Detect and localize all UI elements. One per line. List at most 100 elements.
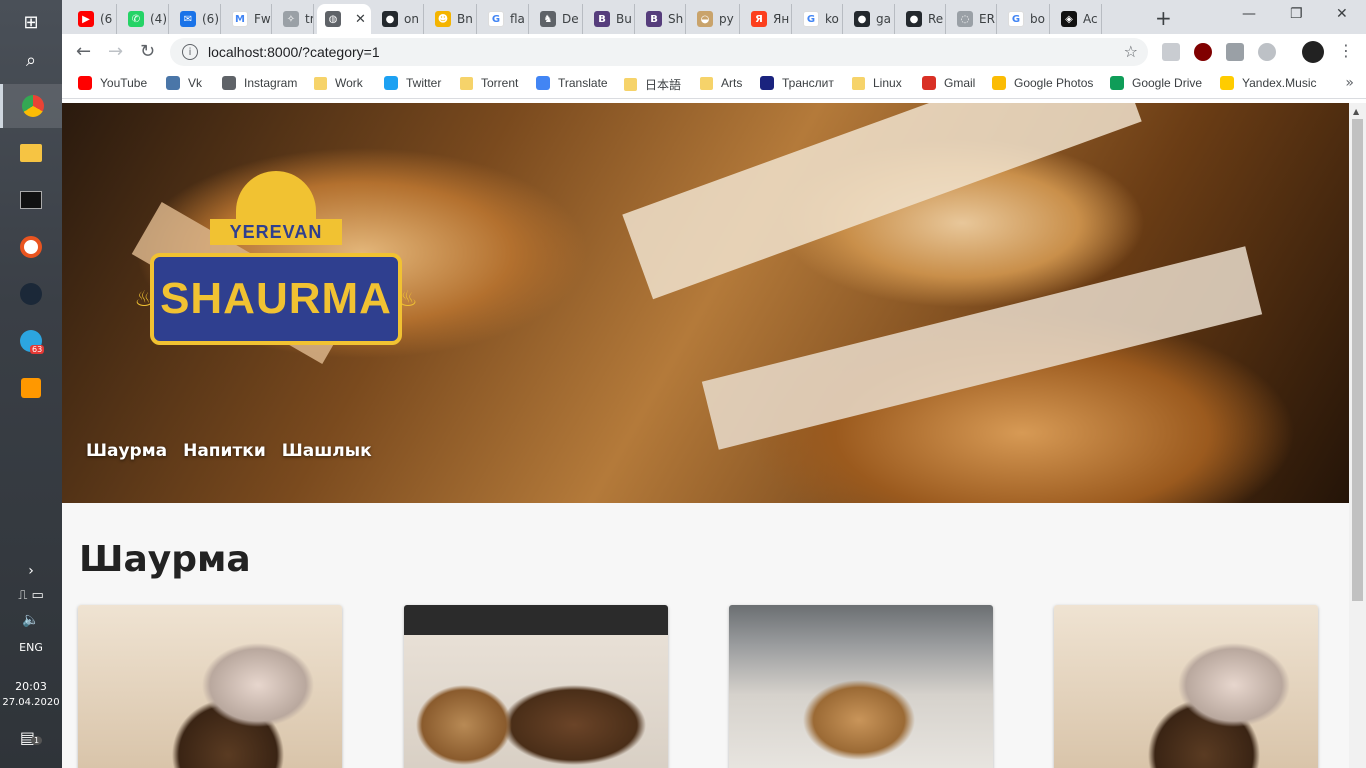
forward-button[interactable]: → xyxy=(108,41,123,62)
product-card[interactable] xyxy=(1054,605,1318,768)
chrome-taskbar-icon[interactable] xyxy=(0,84,62,128)
bookmark-item[interactable]: Instagram xyxy=(222,76,297,90)
address-bar[interactable]: i localhost:8000/?category=1 ☆ xyxy=(170,38,1148,66)
browser-tab[interactable]: B Bu xyxy=(586,4,635,34)
profile-avatar[interactable] xyxy=(1302,41,1324,63)
bookmark-label: YouTube xyxy=(100,76,148,90)
browser-tab[interactable]: ● ga xyxy=(846,4,895,34)
bookmark-label: Instagram xyxy=(244,76,298,90)
maximize-button[interactable]: ❐ xyxy=(1290,6,1303,22)
bookmark-item[interactable]: Torrent xyxy=(460,76,518,90)
page-scrollbar[interactable]: ▲ xyxy=(1349,103,1366,768)
volume-icon[interactable]: 🔈 xyxy=(0,612,62,628)
bookmark-item[interactable]: Yandex.Music xyxy=(1220,76,1316,90)
tab-title: on xyxy=(404,12,419,26)
browser-tab[interactable]: ✆ (4) xyxy=(120,4,169,34)
hero-banner: YEREVAN ♨ SHAURMA ♨ Шаурма Напитки Шашлы… xyxy=(62,103,1349,503)
network-icon[interactable]: ⎍ ▭ xyxy=(0,588,62,603)
terminal-icon[interactable] xyxy=(0,178,62,222)
ublock-icon[interactable] xyxy=(1194,43,1212,61)
close-window-button[interactable]: ✕ xyxy=(1336,6,1348,22)
back-button[interactable]: ← xyxy=(76,41,91,62)
notifications-badge: 1 xyxy=(31,736,43,745)
address-url[interactable]: localhost:8000/?category=1 xyxy=(208,44,380,60)
close-tab-icon[interactable]: ✕ xyxy=(355,12,366,27)
extension-icon[interactable] xyxy=(1258,43,1276,61)
clock-date[interactable]: 27.04.2020 xyxy=(0,697,62,708)
bookmark-label: Twitter xyxy=(406,76,442,90)
file-explorer-icon[interactable] xyxy=(0,131,62,175)
tab-favicon-icon: ✉ xyxy=(180,11,196,27)
tab-favicon-icon: ◍ xyxy=(325,11,341,27)
ubuntu-icon[interactable] xyxy=(0,225,62,269)
browser-tab[interactable]: ▶ (6 xyxy=(70,4,117,34)
bookmark-item[interactable]: Транслит xyxy=(760,76,834,90)
browser-tab[interactable]: ♞ De xyxy=(532,4,583,34)
browser-tab[interactable]: ◌ ER xyxy=(949,4,997,34)
browser-tab[interactable]: B Sh xyxy=(638,4,686,34)
browser-tab[interactable]: Gbo xyxy=(1000,4,1050,34)
more-bookmarks-icon[interactable]: » xyxy=(1345,75,1354,91)
bookmark-item[interactable]: Google Drive xyxy=(1110,76,1202,90)
tab-title: ER xyxy=(979,12,995,26)
browser-tab[interactable]: Gfla xyxy=(480,4,529,34)
chevron-right-icon[interactable]: › xyxy=(0,549,62,593)
bookmark-item[interactable]: 日本語 xyxy=(624,76,681,93)
product-card[interactable] xyxy=(78,605,342,768)
browser-tab[interactable]: ◒ py xyxy=(689,4,740,34)
tab-title: Ac xyxy=(1083,12,1098,26)
tab-favicon-icon: ● xyxy=(854,11,870,27)
tab-title: tra xyxy=(305,12,313,26)
browser-tab[interactable]: ● Re xyxy=(898,4,946,34)
bookmark-star-icon[interactable]: ☆ xyxy=(1124,42,1138,61)
browser-tab[interactable]: ◈ Ac xyxy=(1053,4,1102,34)
site-info-icon[interactable]: i xyxy=(182,44,198,60)
tab-favicon-icon: ✆ xyxy=(128,11,144,27)
site-logo[interactable]: YEREVAN ♨ SHAURMA ♨ xyxy=(134,171,418,346)
nav-link-drinks[interactable]: Напитки xyxy=(183,441,266,461)
browser-tab[interactable]: ✉ (6) xyxy=(172,4,221,34)
product-image xyxy=(78,605,342,768)
reload-button[interactable]: ↻ xyxy=(140,41,155,62)
tab-favicon-icon: ◈ xyxy=(1061,11,1077,27)
new-tab-button[interactable]: + xyxy=(1155,6,1172,30)
bookmark-item[interactable]: Google Photos xyxy=(992,76,1093,90)
notifications-icon[interactable]: ▤1 xyxy=(0,728,62,747)
minimize-button[interactable]: — xyxy=(1242,6,1256,22)
clock-time[interactable]: 20:03 xyxy=(0,680,62,693)
product-card[interactable] xyxy=(729,605,993,768)
product-image xyxy=(729,605,993,768)
bookmark-item[interactable]: Vk xyxy=(166,76,202,90)
browser-tab[interactable]: ✧ tra xyxy=(275,4,314,34)
scroll-up-icon[interactable]: ▲ xyxy=(1353,107,1359,116)
nav-link-shaurma[interactable]: Шаурма xyxy=(86,441,167,461)
tab-active[interactable]: ◍ ✕ xyxy=(317,4,371,34)
bookmark-label: Gmail xyxy=(944,76,976,90)
bookmark-item[interactable]: Linux xyxy=(852,76,902,90)
browser-tab[interactable]: M Fw xyxy=(224,4,272,34)
bookmark-item[interactable]: Work xyxy=(314,76,363,90)
telegram-icon[interactable]: 63 xyxy=(0,319,62,363)
vpn-extension-icon[interactable] xyxy=(1226,43,1244,61)
nav-link-shashlik[interactable]: Шашлык xyxy=(282,441,372,461)
bookmark-item[interactable]: Twitter xyxy=(384,76,441,90)
extension-icon[interactable] xyxy=(1162,43,1180,61)
bookmark-favicon-icon xyxy=(222,76,236,90)
product-card[interactable] xyxy=(404,605,668,768)
search-icon[interactable]: ⌕ xyxy=(0,38,62,82)
menu-icon[interactable]: ⋮ xyxy=(1338,41,1354,60)
bookmark-item[interactable]: Translate xyxy=(536,76,608,90)
bookmark-item[interactable]: YouTube xyxy=(78,76,147,90)
steam-icon[interactable] xyxy=(0,272,62,316)
page-title: Шаурма xyxy=(79,539,251,580)
browser-tab[interactable]: ☻ Bn xyxy=(427,4,477,34)
language-indicator[interactable]: ENG xyxy=(0,641,62,654)
browser-tab[interactable]: Gko xyxy=(795,4,843,34)
scrollbar-thumb[interactable] xyxy=(1352,119,1363,601)
bookmark-item[interactable]: Gmail xyxy=(922,76,975,90)
bookmark-label: 日本語 xyxy=(645,78,682,92)
browser-tab[interactable]: Я Ян xyxy=(743,4,792,34)
browser-tab[interactable]: ● on xyxy=(374,4,424,34)
bookmark-item[interactable]: Arts xyxy=(700,76,742,90)
sublime-text-icon[interactable] xyxy=(0,366,62,410)
